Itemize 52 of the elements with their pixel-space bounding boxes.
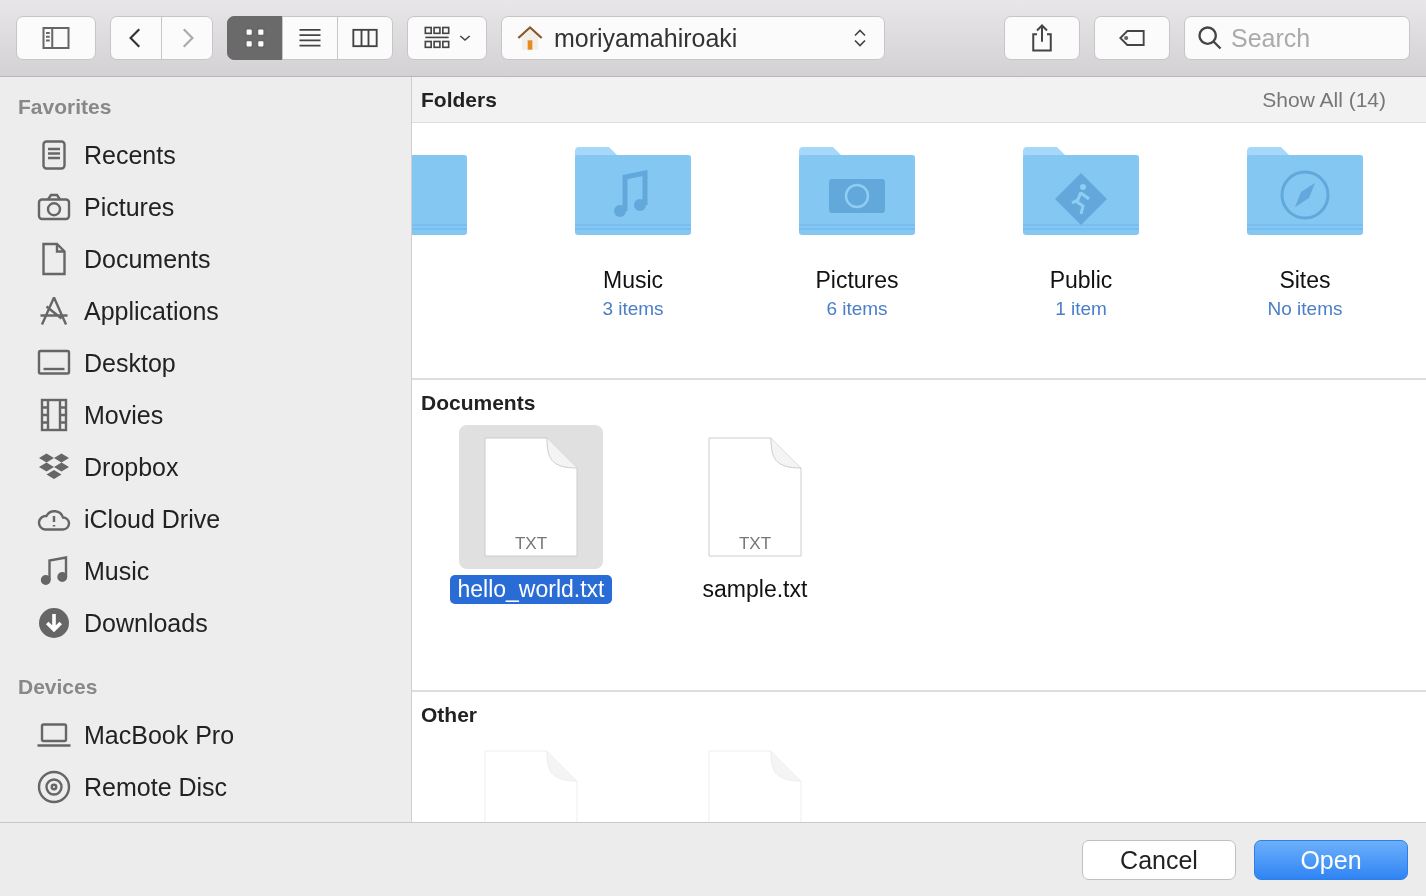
file-thumbnail[interactable]: TXT [459,425,603,569]
sidebar-item[interactable]: iCloud Drive [0,493,411,545]
arrange-button[interactable] [407,16,487,60]
back-button[interactable] [110,16,162,60]
file-thumbnail[interactable]: TXT [683,425,827,569]
file-type-label: TXT [514,534,548,554]
sidebar-item[interactable]: Movies [0,389,411,441]
item-count: 1 item [1055,298,1107,320]
sidebar-item[interactable]: Pictures [0,181,411,233]
item-count: 3 items [602,298,664,320]
folder-name: Music [602,267,664,294]
folder-item[interactable]: Music 3 items [521,123,745,378]
file-type-label: TXT [738,534,772,554]
sidebar-heading: Devices [17,674,99,700]
file-name[interactable]: sample.txt [695,575,815,604]
download-icon [36,605,72,641]
share-button[interactable] [1004,16,1080,60]
item-count: 6 items [826,298,888,320]
item-count: No items [1267,298,1343,320]
sidebar-item[interactable]: Applications [0,285,411,337]
folder-item[interactable]: Sites No items [1193,123,1417,378]
folder-item[interactable]: Pictures 6 items [745,123,969,378]
sidebar-item[interactable]: Remote Disc [0,761,411,813]
file-name[interactable]: hello_world.txt [450,575,612,604]
folder-name: Sites [1279,267,1331,294]
sidebar-heading: Favorites [17,94,113,120]
search-field[interactable]: Search [1184,16,1410,60]
folder-item[interactable]: Public 1 item [969,123,1193,378]
sidebar-item[interactable]: Downloads [0,597,411,649]
view-mode-button[interactable] [337,16,393,60]
file-icon [707,436,803,558]
tag-button[interactable] [1094,16,1170,60]
sidebar-item[interactable]: Documents [0,233,411,285]
folder-name: Public [1049,267,1113,294]
file-icon [483,436,579,558]
section-title: Other [421,702,477,727]
house-icon [516,24,544,52]
cancel-button[interactable]: Cancel [1082,840,1236,880]
section-title: Folders [421,87,497,112]
disc-icon [36,769,72,805]
sidebar-item[interactable]: Dropbox [0,441,411,493]
sidebar-item[interactable]: Music [0,545,411,597]
section-title: Documents [421,390,536,415]
view-mode-button[interactable] [227,16,283,60]
sidebar-item[interactable]: Recents [0,129,411,181]
sidebar-toggle-button[interactable] [16,16,96,60]
folder-name: Pictures [815,267,899,294]
location-popup[interactable]: moriyamahiroaki [501,16,885,60]
sidebar-item[interactable]: MacBook Pro [0,709,411,761]
sidebar-item[interactable]: Desktop [0,337,411,389]
show-all-link[interactable]: Show All (14) [1262,87,1386,112]
view-mode-button[interactable] [282,16,338,60]
